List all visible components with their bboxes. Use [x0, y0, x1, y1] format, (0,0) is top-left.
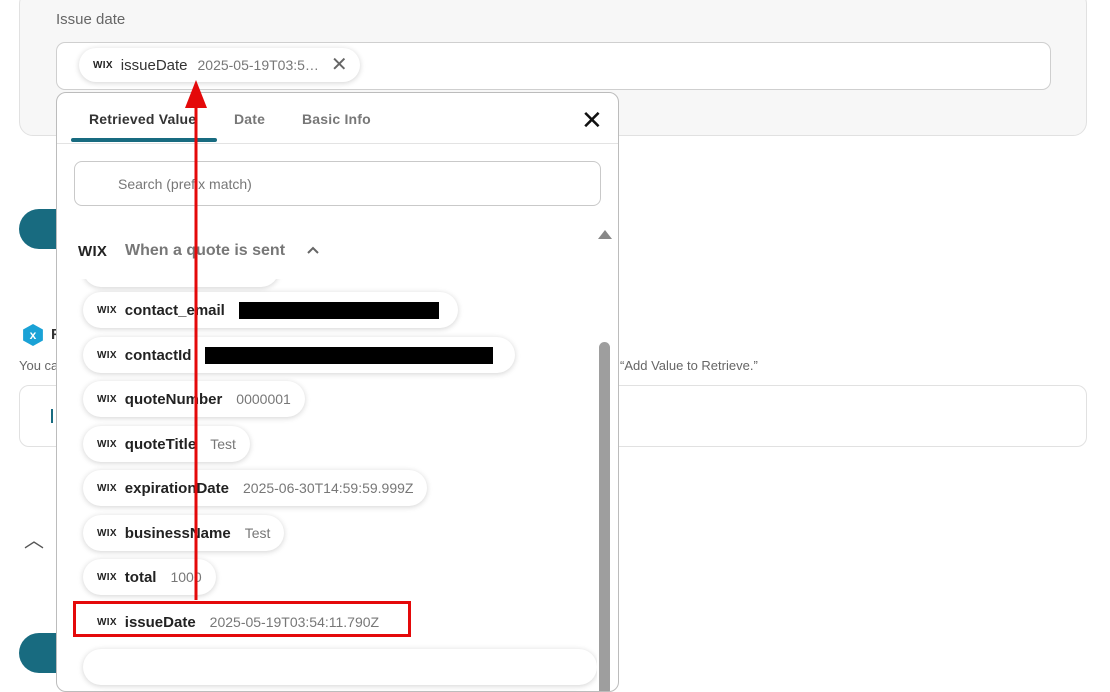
background-box-marker	[51, 409, 53, 423]
issue-date-label: Issue date	[56, 11, 126, 28]
item-name: expirationDate	[124, 479, 229, 497]
item-value: Test	[210, 436, 236, 452]
close-icon[interactable]: ✕	[581, 107, 603, 133]
wix-logo-icon: WIX	[97, 349, 117, 361]
scroll-up-arrow-icon[interactable]	[598, 230, 612, 239]
list-item[interactable]: WIX total 1000	[83, 559, 216, 595]
item-value: 0000001	[236, 391, 291, 407]
wix-logo-icon: WIX	[93, 59, 113, 71]
item-name: quoteTitle	[124, 435, 197, 453]
list-item[interactable]: WIX quoteTitle Test	[83, 426, 250, 462]
chip-value: 2025-05-19T03:5…	[197, 57, 319, 73]
list-item[interactable]: WIX issueDate 2025-05-19T03:54:11.790Z	[83, 604, 394, 640]
section-description-fragment: You ca	[19, 358, 59, 373]
list-item[interactable]	[83, 279, 279, 287]
wix-logo-icon: WIX	[97, 616, 117, 628]
value-picker-popup: Retrieved Value Date Basic Info ✕ WIX Wh…	[56, 92, 619, 692]
list-item[interactable]: WIX expirationDate 2025-06-30T14:59:59.9…	[83, 470, 428, 506]
item-value: 1000	[170, 569, 202, 585]
chip-remove-icon[interactable]: ✕	[331, 55, 348, 75]
wix-logo-icon: WIX	[97, 527, 117, 539]
tab-date[interactable]: Date	[234, 111, 265, 127]
item-value: 2025-06-30T14:59:59.999Z	[243, 480, 414, 496]
item-name: contact_email	[124, 301, 225, 319]
redacted-value	[238, 301, 439, 319]
list-item[interactable]: WIX contact_email	[83, 292, 458, 328]
collapse-chevron-icon[interactable]: ︿	[24, 524, 44, 553]
list-item[interactable]: WIX businessName Test	[83, 515, 285, 551]
chevron-up-icon[interactable]	[306, 243, 320, 257]
item-value: Test	[244, 525, 271, 541]
scrollbar-thumb[interactable]	[599, 342, 610, 691]
search-input[interactable]	[74, 161, 601, 206]
item-name: businessName	[124, 524, 231, 542]
redacted-value	[205, 346, 494, 364]
section-x-icon: x	[23, 324, 43, 346]
chip-name: issueDate	[120, 56, 188, 74]
item-name: total	[124, 568, 157, 586]
wix-logo-icon: WIX	[97, 438, 117, 450]
group-title[interactable]: When a quote is sent	[125, 242, 285, 260]
active-tab-indicator	[71, 138, 217, 142]
popup-tabs: Retrieved Value Date Basic Info	[57, 93, 618, 144]
value-list: WIX contact_email WIX contactId WIX quot…	[57, 279, 597, 691]
list-item[interactable]: WIX contactId	[83, 337, 515, 373]
item-name: issueDate	[124, 613, 196, 631]
section-description-end: “Add Value to Retrieve.”	[620, 358, 758, 373]
tab-retrieved-value[interactable]: Retrieved Value	[89, 111, 196, 127]
wix-group-logo-icon: WIX	[78, 243, 108, 260]
issue-date-chip[interactable]: WIX issueDate 2025-05-19T03:5… ✕	[79, 48, 360, 82]
tab-basic-info[interactable]: Basic Info	[302, 111, 371, 127]
item-value: 2025-05-19T03:54:11.790Z	[209, 614, 380, 630]
wix-logo-icon: WIX	[97, 304, 117, 316]
wix-logo-icon: WIX	[97, 571, 117, 583]
wix-logo-icon: WIX	[97, 393, 117, 405]
wix-logo-icon: WIX	[97, 482, 117, 494]
item-name: quoteNumber	[124, 390, 223, 408]
list-item[interactable]: WIX quoteNumber 0000001	[83, 381, 305, 417]
item-name: contactId	[124, 346, 192, 364]
list-item[interactable]	[83, 649, 597, 685]
